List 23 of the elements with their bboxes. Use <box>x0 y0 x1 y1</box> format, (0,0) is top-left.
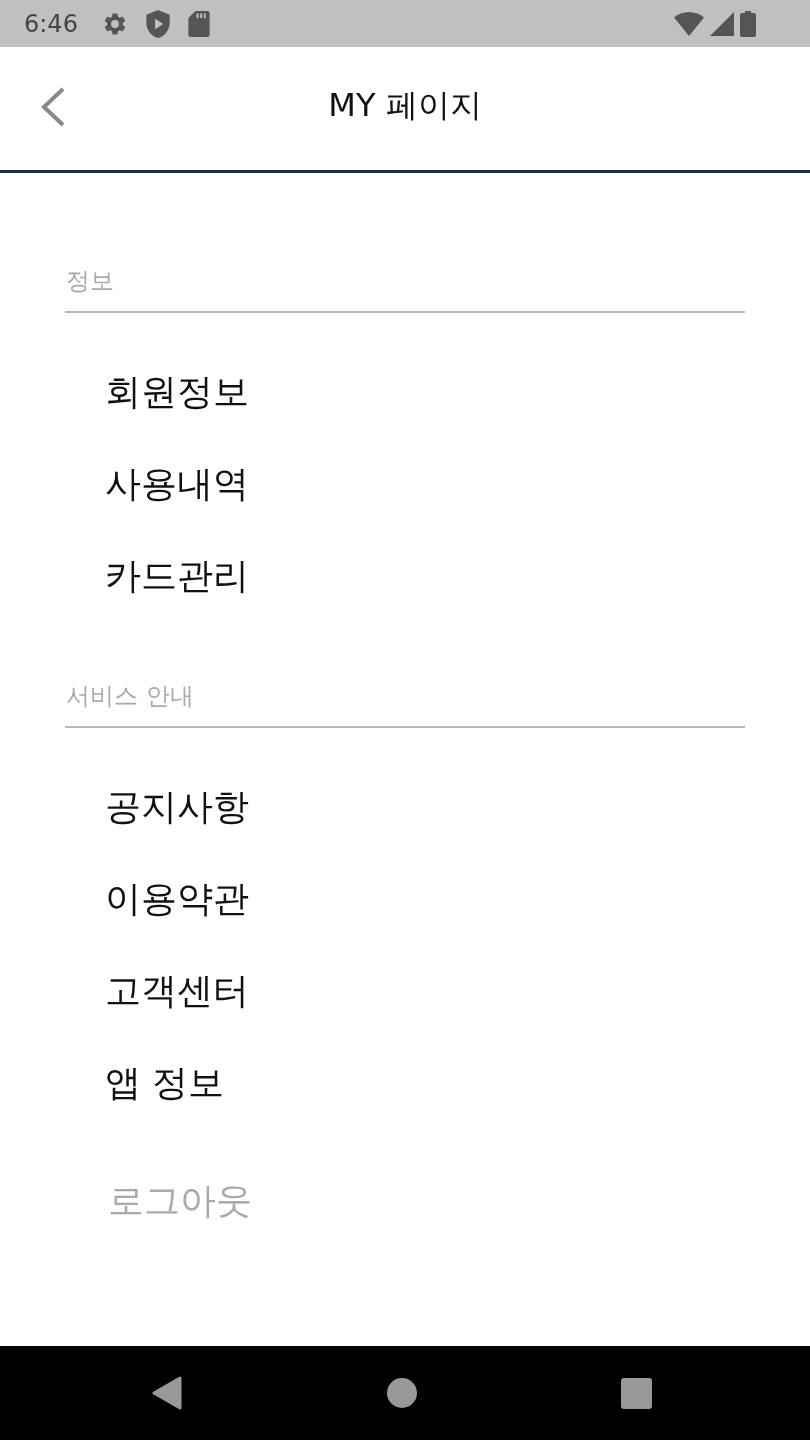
nav-home-button[interactable] <box>386 1378 417 1408</box>
home-circle-icon <box>386 1378 417 1408</box>
menu-item[interactable]: 회원정보 <box>105 346 249 438</box>
wifi-icon <box>674 11 704 36</box>
signal-icon <box>710 11 734 36</box>
nav-back-button[interactable] <box>152 1376 182 1410</box>
menu-item[interactable]: 공지사항 <box>105 761 249 853</box>
menu-item[interactable]: 사용내역 <box>105 438 249 530</box>
menu-item[interactable]: 앱 정보 <box>105 1037 225 1129</box>
section-title: 정보 <box>66 266 114 296</box>
recents-square-icon <box>621 1377 652 1409</box>
chevron-left-icon <box>40 87 66 127</box>
nav-recents-button[interactable] <box>621 1377 652 1409</box>
menu-item[interactable]: 카드관리 <box>105 530 249 622</box>
page-title: MY 페이지 <box>328 84 482 126</box>
status-time: 6:46 <box>24 11 78 36</box>
section-title: 서비스 안내 <box>66 681 194 711</box>
back-triangle-icon <box>152 1376 182 1410</box>
shield-play-icon <box>145 9 170 38</box>
menu-item[interactable]: 이용약관 <box>105 853 249 945</box>
sd-card-icon <box>187 10 210 37</box>
battery-icon <box>740 10 756 37</box>
menu-item[interactable]: 고객센터 <box>105 945 249 1037</box>
